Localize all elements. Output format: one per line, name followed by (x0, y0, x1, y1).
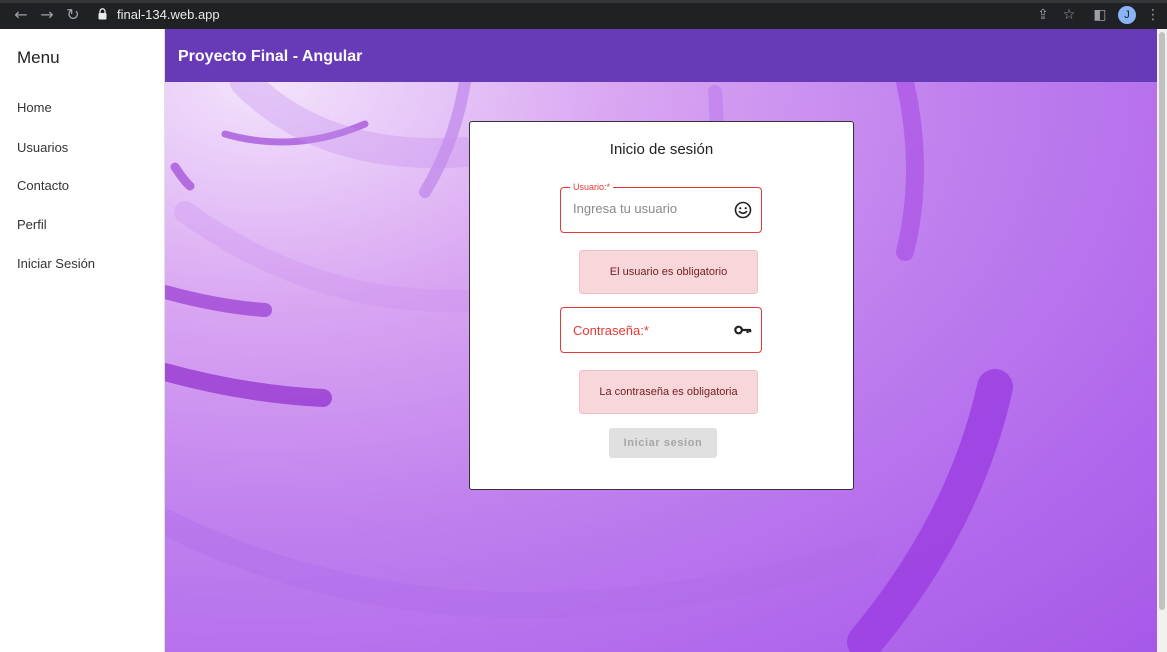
password-label: Contraseña:* (573, 323, 649, 338)
page-scrollbar-thumb[interactable] (1159, 32, 1165, 610)
app-header: Proyecto Final - Angular (165, 29, 1157, 82)
username-field[interactable]: Usuario:* (560, 182, 762, 233)
sidebar-title: Menu (17, 48, 60, 67)
username-input[interactable] (573, 201, 723, 216)
address-bar[interactable] (90, 3, 1092, 26)
key-icon (734, 325, 752, 335)
login-title: Inicio de sesión (609, 141, 714, 158)
profile-avatar[interactable]: J (1118, 6, 1136, 24)
forward-icon[interactable]: → (38, 6, 56, 24)
username-label: Usuario:* (570, 182, 614, 192)
app-title: Proyecto Final - Angular (178, 48, 363, 65)
username-error-alert: El usuario es obligatorio (579, 250, 758, 294)
login-submit-button[interactable]: Iniciar sesion (609, 428, 717, 458)
bookmark-star-icon[interactable]: ☆ (1060, 6, 1078, 24)
lock-icon (98, 8, 107, 20)
sidebar-item-perfil[interactable]: Perfil (17, 217, 47, 232)
address-bar-url[interactable]: final-134.web.app (117, 7, 220, 22)
login-card: Inicio de sesión Usuario:* El usuario es… (469, 121, 854, 490)
share-icon[interactable]: ⇪ (1034, 6, 1052, 24)
sidebar-item-usuarios[interactable]: Usuarios (17, 140, 68, 155)
smiley-face-icon (734, 201, 752, 219)
sidebar-item-iniciar-sesion[interactable]: Iniciar Sesión (17, 256, 95, 271)
password-field[interactable]: Contraseña:* (560, 307, 762, 353)
sidebar-item-contacto[interactable]: Contacto (17, 178, 69, 193)
browser-menu-icon[interactable]: ⋮ (1144, 6, 1162, 24)
sidebar: Menu Home Usuarios Contacto Perfil Inici… (3, 29, 165, 652)
back-icon[interactable]: ← (12, 6, 30, 24)
reload-icon[interactable]: ↻ (64, 6, 82, 24)
password-error-alert: La contraseña es obligatoria (579, 370, 758, 414)
sidebar-item-home[interactable]: Home (17, 100, 52, 115)
side-panel-icon[interactable]: ◧ (1091, 6, 1109, 24)
